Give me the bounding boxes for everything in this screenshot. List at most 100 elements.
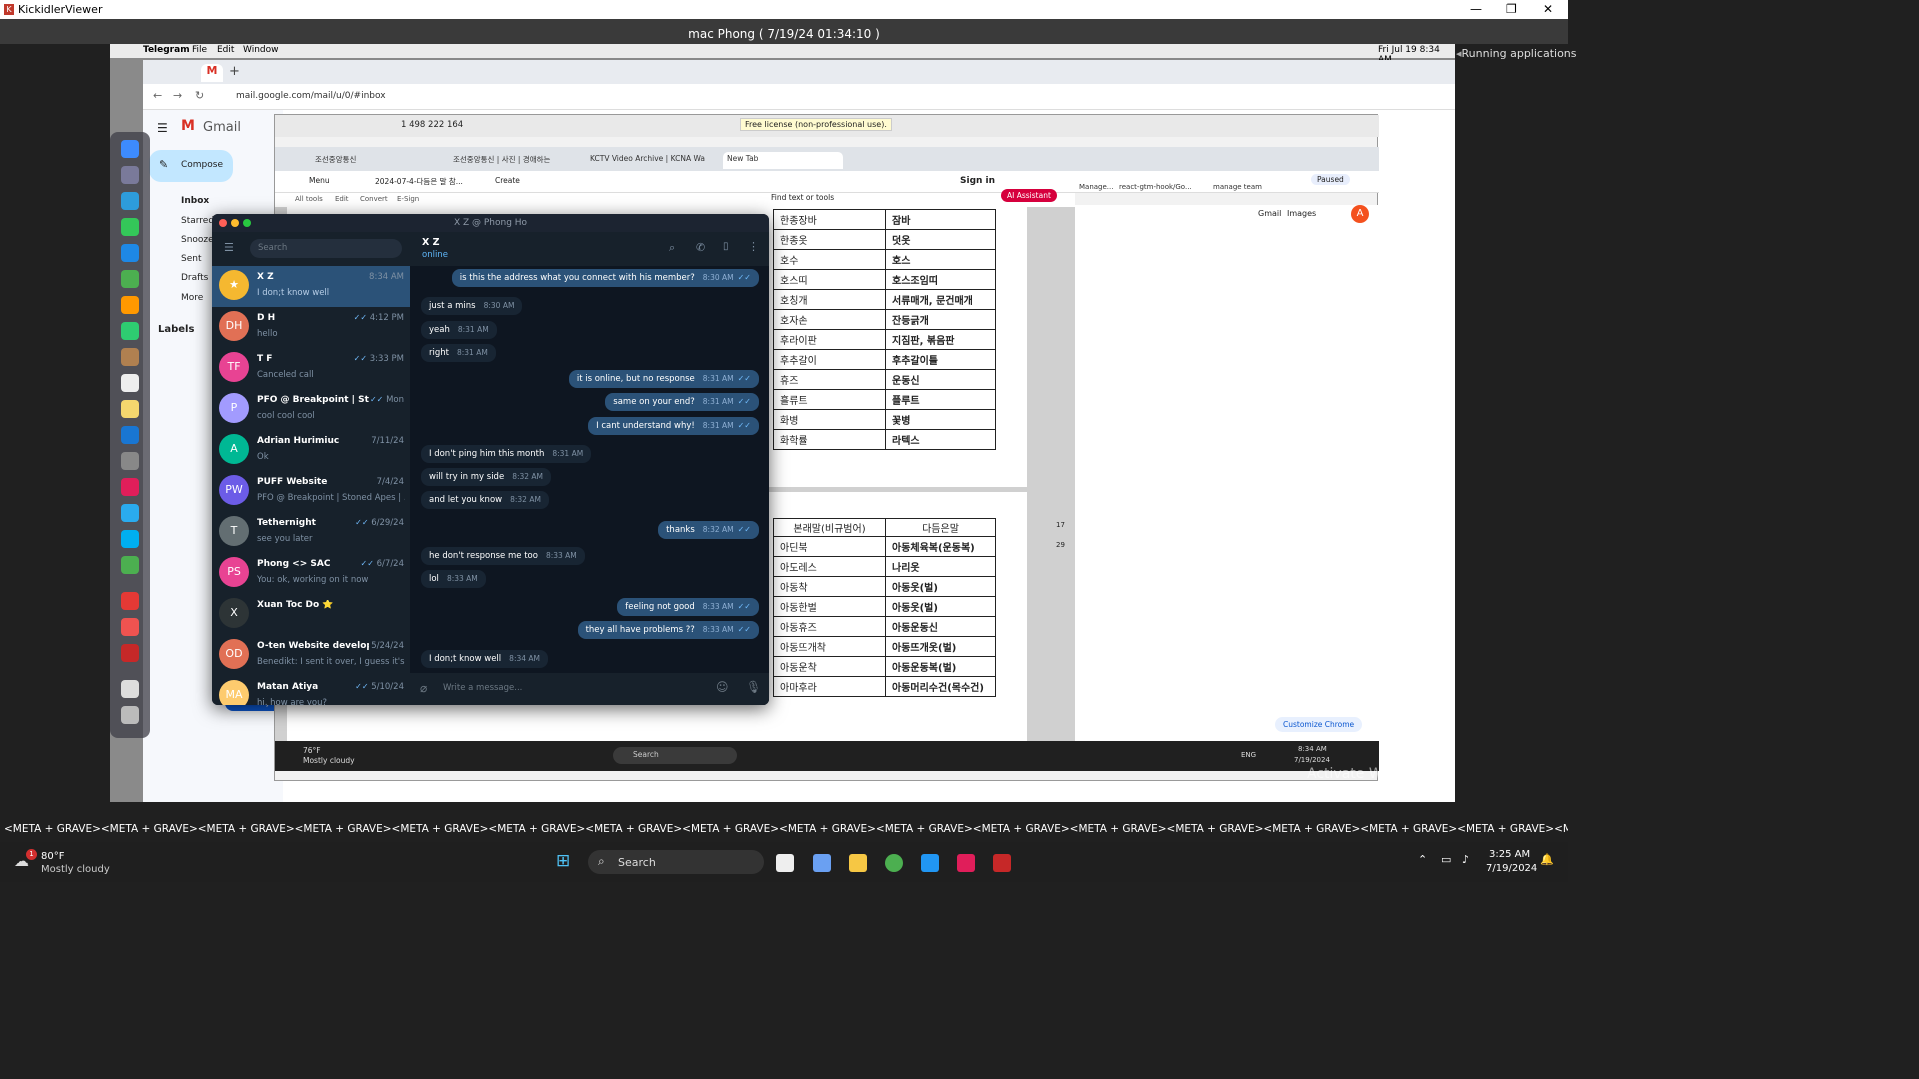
message-bubble[interactable]: right 8:31 AM [421, 344, 496, 362]
pdf-signin[interactable]: Sign in [960, 176, 995, 186]
bookmark-manage[interactable]: Manage... [1079, 183, 1113, 191]
message-bubble[interactable]: will try in my side 8:32 AM [421, 468, 552, 486]
slack-taskbar-icon[interactable] [957, 854, 975, 872]
customize-chrome-button[interactable]: Customize Chrome [1275, 717, 1363, 732]
notes-icon[interactable] [121, 400, 139, 418]
maps-icon[interactable] [121, 270, 139, 288]
finder-icon[interactable] [121, 140, 139, 158]
message-bubble[interactable]: thanks 8:32 AM ✓✓ [658, 521, 759, 539]
forward-icon[interactable]: → [173, 89, 182, 102]
paused-badge[interactable]: Paused [1311, 174, 1350, 185]
new-tab-icon[interactable]: + [229, 64, 240, 79]
minimize-icon[interactable] [231, 219, 239, 227]
message-bubble[interactable]: lol 8:33 AM [421, 570, 486, 588]
chat-item[interactable]: OD O-ten Website develop... Benedikt: I se… [212, 635, 410, 676]
pdf-convert[interactable]: Convert [360, 195, 388, 203]
skype-icon[interactable] [121, 530, 139, 548]
message-bubble[interactable]: it is online, but no response 8:31 AM ✓✓ [568, 370, 759, 388]
minimize-icon[interactable]: — [1470, 2, 1482, 16]
chat-item[interactable]: P PFO @ Breakpoint | Stone... cool cool co… [212, 389, 410, 430]
app-store-icon[interactable] [121, 426, 139, 444]
mail-icon[interactable] [121, 244, 139, 262]
message-bubble[interactable]: and let you know 8:32 AM [421, 491, 549, 509]
menu-icon[interactable]: ☰ [224, 241, 234, 254]
chat-item[interactable]: MA Matan Atiya hi, how are you? ✓✓ 5/10/24 [212, 676, 410, 705]
pdf-menu-button[interactable]: Menu [309, 176, 330, 185]
pdf-edit[interactable]: Edit [335, 195, 349, 203]
nav-inbox[interactable]: Inbox [181, 196, 209, 206]
bookmark-manage-team[interactable]: manage team [1213, 183, 1262, 191]
chat-item[interactable]: A Adrian Hurimiuc Ok 7/11/24 [212, 430, 410, 471]
chrome-icon[interactable] [121, 556, 139, 574]
menu-window[interactable]: Window [243, 45, 279, 55]
message-bubble[interactable]: same on your end? 8:31 AM ✓✓ [605, 393, 759, 411]
restore-icon[interactable]: ❐ [1506, 2, 1517, 16]
contacts-icon[interactable] [121, 348, 139, 366]
pdf-doc-tab[interactable]: 2024-07-4-다듬은 말 참... [375, 176, 463, 187]
pdf-all-tools[interactable]: All tools [295, 195, 323, 203]
task-view-icon[interactable] [776, 854, 794, 872]
emoji-icon[interactable]: ☺ [716, 680, 729, 694]
close-icon[interactable] [219, 219, 227, 227]
hamburger-icon[interactable]: ☰ [157, 121, 168, 135]
ai-assistant-button[interactable]: AI Assistant [1001, 189, 1057, 202]
attach-icon[interactable]: ⌀ [420, 681, 427, 695]
vscode-icon[interactable] [921, 854, 939, 872]
chat-item[interactable]: DH D Hhello ✓✓ 4:12 PM [212, 307, 410, 348]
chat-item[interactable]: T Tethernight see you later ✓✓ 6/29/24 [212, 512, 410, 553]
kickidler-taskbar-icon[interactable] [993, 854, 1011, 872]
microphone-icon[interactable]: 🎙 [746, 680, 761, 694]
slack-icon[interactable] [121, 478, 139, 496]
pdf-create-button[interactable]: Create [495, 176, 520, 185]
taskbar-time[interactable]: 3:25 AM [1489, 849, 1530, 860]
anydesk-icon[interactable] [121, 592, 139, 610]
chat-item[interactable]: PS Phong <> SAC You: ok, working on it now… [212, 553, 410, 594]
nav-sent[interactable]: Sent [181, 254, 201, 264]
tab-new[interactable]: New Tab [727, 154, 758, 163]
tray-chevron-icon[interactable]: ⌃ [1418, 853, 1427, 866]
telegram-icon[interactable] [121, 504, 139, 522]
message-bubble[interactable]: yeah 8:31 AM [421, 321, 497, 339]
contact-name[interactable]: X Z [422, 237, 440, 248]
account-avatar[interactable]: A [1351, 205, 1369, 223]
launchpad-icon[interactable] [121, 166, 139, 184]
message-bubble[interactable]: I don;t know well 8:34 AM [421, 650, 548, 668]
trash-icon[interactable] [121, 706, 139, 724]
chat-item[interactable]: X Xuan Toc Do ⭐ [212, 594, 410, 635]
nav-more[interactable]: More [181, 293, 203, 303]
reminders-icon[interactable] [121, 374, 139, 392]
message-bubble[interactable]: they all have problems ?? 8:33 AM ✓✓ [577, 621, 759, 639]
creative-cloud-icon[interactable] [121, 644, 139, 662]
menu-app[interactable]: Telegram [143, 45, 190, 55]
taskbar-date[interactable]: 7/19/2024 [1486, 863, 1537, 874]
inner-search-box[interactable]: Search [613, 747, 737, 764]
reload-icon[interactable]: ↻ [195, 89, 204, 102]
file-explorer-icon[interactable] [849, 854, 867, 872]
message-bubble[interactable]: he don't response me too 8:33 AM [421, 547, 585, 565]
photos-icon[interactable] [121, 296, 139, 314]
chrome-taskbar-icon[interactable] [885, 854, 903, 872]
tab-kctv[interactable]: KCTV Video Archive | KCNA Wa [590, 154, 705, 163]
copilot-icon[interactable] [813, 854, 831, 872]
chat-item[interactable]: PW PUFF Website PFO @ Breakpoint | Stoned … [212, 471, 410, 512]
safari-icon[interactable] [121, 192, 139, 210]
bookmark-react-gtm[interactable]: react-gtm-hook/Go... [1119, 183, 1192, 191]
message-bubble[interactable]: I cant understand why! 8:31 AM ✓✓ [588, 417, 759, 435]
message-bubble[interactable]: I don't ping him this month 8:31 AM [421, 445, 592, 463]
phone-icon[interactable]: ✆ [696, 241, 705, 254]
gmail-tab-icon[interactable]: M [201, 64, 223, 82]
volume-icon[interactable]: ♪ [1462, 853, 1469, 866]
compose-button[interactable]: ✎ Compose [149, 150, 233, 182]
message-bubble[interactable]: feeling not good 8:33 AM ✓✓ [617, 598, 759, 616]
settings-icon[interactable] [121, 452, 139, 470]
chat-item[interactable]: ★ X Z I don;t know well 8:34 AM [212, 266, 410, 307]
taskbar-search-box[interactable]: ⌕ Search [588, 850, 764, 874]
pdf-find[interactable]: Find text or tools [771, 193, 834, 202]
back-icon[interactable]: ← [153, 89, 162, 102]
nav-starred[interactable]: Starred [181, 216, 214, 226]
tab-kcna-1[interactable]: 조선중앙통신 [315, 154, 356, 165]
google-images-link[interactable]: Images [1287, 209, 1316, 218]
windows-start-icon[interactable]: ⊞ [556, 851, 570, 871]
running-applications-link[interactable]: Running applications [1456, 47, 1577, 60]
chat-search-input[interactable]: Search [250, 239, 402, 258]
